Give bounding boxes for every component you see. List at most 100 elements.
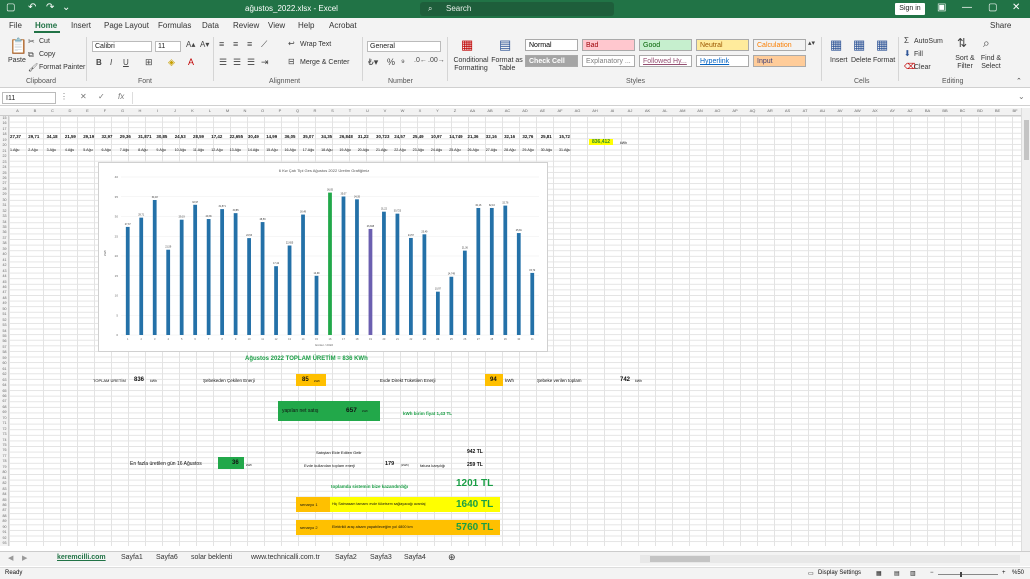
tab-page-layout[interactable]: Page Layout — [104, 21, 149, 30]
row-header[interactable]: 21 — [0, 149, 9, 153]
daily-value-cell[interactable]: 24,57 — [394, 134, 405, 139]
font-size-dropdown[interactable]: 11 — [155, 41, 181, 52]
row-header[interactable]: 91 — [0, 530, 9, 534]
italic-icon[interactable]: I — [110, 58, 112, 67]
row-header[interactable]: 40 — [0, 252, 9, 256]
insert-cells-button[interactable]: Insert — [830, 57, 848, 64]
row-header[interactable]: 47 — [0, 290, 9, 294]
column-header[interactable]: V — [377, 108, 394, 113]
daily-value-cell[interactable]: 26,848 — [339, 134, 352, 139]
verilen-value[interactable]: 742 — [620, 377, 630, 383]
tab-view[interactable]: View — [268, 21, 285, 30]
column-header[interactable]: J — [167, 108, 184, 113]
align-center-icon[interactable]: ☰ — [233, 57, 241, 68]
paste-icon[interactable]: 📋 — [9, 37, 28, 55]
column-header[interactable]: G — [114, 108, 131, 113]
column-header[interactable]: AB — [482, 108, 499, 113]
row-header[interactable]: 80 — [0, 470, 9, 474]
column-header[interactable]: T — [342, 108, 359, 113]
column-header[interactable]: BB — [937, 108, 954, 113]
fatura-value[interactable]: 259 TL — [467, 462, 483, 468]
row-header[interactable]: 41 — [0, 258, 9, 262]
format-as-table-button[interactable]: Format as Table — [491, 57, 523, 73]
daily-value-cell[interactable]: 25,81 — [541, 134, 552, 139]
daily-value-cell[interactable]: 35,07 — [303, 134, 314, 139]
row-header[interactable]: 88 — [0, 514, 9, 518]
horizontal-scroll-thumb[interactable] — [650, 556, 710, 562]
column-header[interactable]: I — [149, 108, 166, 113]
comma-icon[interactable]: ⁹ — [401, 57, 405, 67]
daily-value-cell[interactable]: 30,85 — [156, 134, 167, 139]
daily-value-cell[interactable]: 21,59 — [65, 134, 76, 139]
daily-value-cell[interactable]: 29,19 — [83, 134, 94, 139]
indent-icon[interactable]: ⇥ — [261, 57, 269, 68]
daily-value-cell[interactable]: 31,22 — [358, 134, 369, 139]
column-header[interactable]: A — [9, 108, 26, 113]
sheet-tab-solar-beklenti[interactable]: solar beklenti — [191, 554, 232, 561]
sheet-prev-icon[interactable]: ◀ — [8, 554, 13, 562]
column-header[interactable]: AD — [517, 108, 534, 113]
row-header[interactable]: 57 — [0, 345, 9, 349]
column-header[interactable]: O — [254, 108, 271, 113]
fill-color-icon[interactable]: ◈ — [168, 57, 175, 68]
number-format-dropdown[interactable]: General — [367, 41, 441, 52]
cell-style-hyperlink[interactable]: Hyperlink — [696, 55, 749, 67]
daily-date-cell[interactable]: 4.Ağu — [65, 148, 74, 152]
senaryo1-cell[interactable]: Hiç Satmasam tamamı evde tüketsem sağlay… — [330, 497, 500, 512]
daily-value-cell[interactable]: 24,53 — [175, 134, 186, 139]
daily-value-cell[interactable]: 22,655 — [230, 134, 243, 139]
column-header[interactable]: AC — [499, 108, 516, 113]
sheet-tab-sayfa3[interactable]: Sayfa3 — [370, 554, 392, 561]
column-header[interactable]: L — [202, 108, 219, 113]
column-header[interactable]: AV — [832, 108, 849, 113]
horizontal-scrollbar[interactable] — [640, 555, 1020, 563]
search-box[interactable]: ⌕ Search — [420, 2, 614, 16]
production-chart[interactable]: 6 Kw Çatı Tipi Ges Ağustos 2022 Üretim G… — [98, 162, 548, 352]
column-header[interactable]: B — [27, 108, 44, 113]
row-header[interactable]: 53 — [0, 323, 9, 327]
tab-formulas[interactable]: Formulas — [158, 21, 191, 30]
row-header[interactable]: 84 — [0, 492, 9, 496]
daily-value-cell[interactable]: 32,16 — [486, 134, 497, 139]
name-box[interactable]: I11 — [2, 92, 56, 104]
column-header[interactable]: AU — [814, 108, 831, 113]
column-header[interactable]: AJ — [622, 108, 639, 113]
column-header[interactable]: Z — [447, 108, 464, 113]
row-header[interactable]: 42 — [0, 263, 9, 267]
row-header[interactable]: 86 — [0, 503, 9, 507]
daily-date-cell[interactable]: 29.Ağu — [522, 148, 533, 152]
column-header[interactable]: AE — [534, 108, 551, 113]
daily-date-cell[interactable]: 12.Ağu — [211, 148, 222, 152]
font-name-dropdown[interactable]: Calibri — [92, 41, 152, 52]
tab-home[interactable]: Home — [35, 21, 57, 30]
column-header[interactable]: AI — [604, 108, 621, 113]
underline-icon[interactable]: U — [123, 58, 129, 67]
column-header[interactable]: E — [79, 108, 96, 113]
daily-date-cell[interactable]: 17.Ağu — [303, 148, 314, 152]
daily-date-cell[interactable]: 18.Ağu — [321, 148, 332, 152]
row-header[interactable]: 18 — [0, 132, 9, 136]
row-header[interactable]: 43 — [0, 269, 9, 273]
zoom-out-icon[interactable]: − — [930, 570, 934, 576]
toplam-value[interactable]: 836 — [134, 377, 144, 383]
wrap-text-button[interactable]: Wrap Text — [300, 41, 331, 48]
row-header[interactable]: 44 — [0, 274, 9, 278]
copy-button[interactable]: Copy — [39, 51, 55, 58]
row-header[interactable]: 31 — [0, 203, 9, 207]
column-header[interactable]: S — [324, 108, 341, 113]
daily-date-cell[interactable]: 31.Ağu — [559, 148, 570, 152]
daily-value-cell[interactable]: 32,76 — [522, 134, 533, 139]
sign-in-button[interactable]: Sign in — [895, 3, 925, 15]
cell-style-neutral[interactable]: Neutral — [696, 39, 749, 51]
column-header[interactable]: F — [97, 108, 114, 113]
sheet-tab-sayfa2[interactable]: Sayfa2 — [335, 554, 357, 561]
cell-style-calculation[interactable]: Calculation — [753, 39, 806, 51]
cell-style-followed-hy-[interactable]: Followed Hy... — [639, 55, 692, 67]
share-button[interactable]: Share — [990, 21, 1011, 30]
format-cells-button[interactable]: Format — [873, 57, 895, 64]
daily-value-cell[interactable]: 29,71 — [28, 134, 39, 139]
sheet-tab-technicalli[interactable]: www.technicalli.com.tr — [251, 554, 320, 561]
align-right-icon[interactable]: ☰ — [247, 57, 255, 68]
page-layout-view-icon[interactable]: ▤ — [894, 570, 900, 577]
daily-value-cell[interactable]: 27,37 — [10, 134, 21, 139]
